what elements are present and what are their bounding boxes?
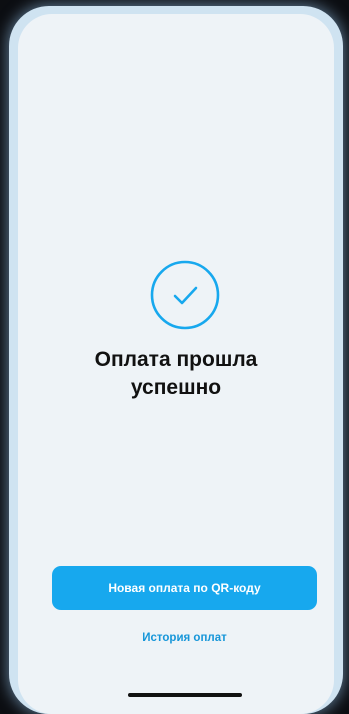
success-title-line-2: успешно [130, 376, 222, 399]
check-circle-icon [150, 260, 220, 330]
phone-screen: Оплата прошла успешно Новая оплата по QR… [18, 14, 334, 714]
payment-history-link[interactable]: История оплат [52, 632, 317, 644]
stage: Оплата прошла успешно Новая оплата по QR… [0, 0, 349, 714]
payment-success-screen: Оплата прошла успешно Новая оплата по QR… [18, 14, 334, 714]
home-indicator[interactable] [128, 693, 242, 697]
success-title: Оплата прошла успешно [38, 346, 314, 402]
new-qr-payment-button[interactable]: Новая оплата по QR-коду [52, 566, 317, 610]
success-title-line-1: Оплата прошла [94, 348, 258, 371]
